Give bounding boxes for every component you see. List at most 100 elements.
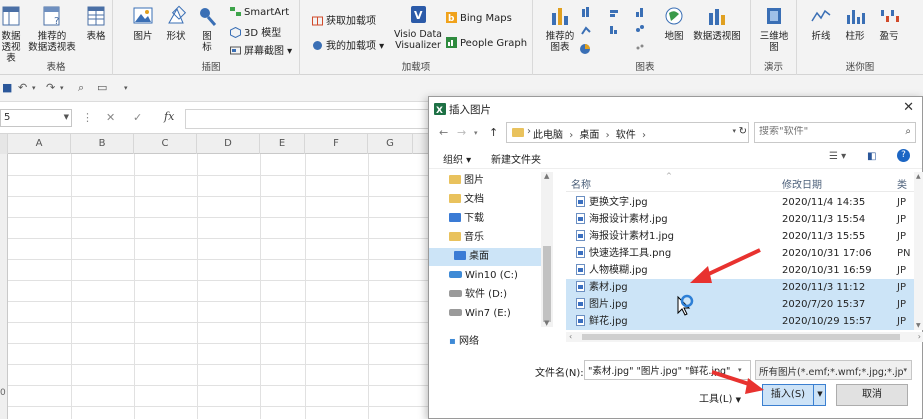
column-header[interactable]: G xyxy=(368,134,413,154)
nav-item-network[interactable]: ▪ 网络 xyxy=(449,332,479,347)
nav-item-pictures[interactable]: 图片 xyxy=(449,172,553,190)
preview-pane-icon[interactable]: ◧ xyxy=(867,151,876,162)
cancel-button[interactable]: 取消 xyxy=(836,384,908,406)
bing-maps-button[interactable]: b Bing Maps xyxy=(446,12,512,24)
file-list-horizontal-scrollbar[interactable]: ‹ › xyxy=(566,332,923,342)
column-header-corner[interactable] xyxy=(0,134,8,154)
shapes-button[interactable]: 形状 xyxy=(161,3,191,42)
close-button[interactable]: ✕ xyxy=(903,100,914,115)
row-headers[interactable] xyxy=(0,154,8,419)
scroll-right-icon[interactable]: › xyxy=(918,332,921,341)
name-box-dropdown-icon[interactable]: ▼ xyxy=(64,113,69,121)
scroll-thumb[interactable] xyxy=(543,246,551,322)
3d-map-button[interactable]: 三维地 图 xyxy=(755,3,793,53)
nav-item-drive-d[interactable]: 软件 (D:) xyxy=(449,286,553,304)
address-dropdown-icon[interactable]: ▾ xyxy=(732,127,736,135)
breadcrumb-item[interactable]: 软件 xyxy=(616,130,636,141)
name-box[interactable]: 5 ▼ xyxy=(0,109,72,127)
chart-type-gallery[interactable] xyxy=(580,6,658,56)
file-row[interactable]: 海报设计素材.jpg 2020/11/3 15:54 JP xyxy=(566,211,923,228)
save-icon[interactable]: ■ xyxy=(2,81,12,94)
nav-scrollbar[interactable]: ▲ ▼ xyxy=(541,172,553,327)
redo-icon[interactable]: ↷ xyxy=(46,81,55,94)
organize-button[interactable]: 组织 ▾ xyxy=(443,151,471,166)
print-icon[interactable]: ▭ xyxy=(97,81,107,94)
sparkline-winloss-button[interactable]: 盈亏 xyxy=(875,3,903,42)
screenshot-button[interactable]: 屏幕截图 ▾ xyxy=(230,42,292,57)
file-type-select[interactable]: 所有图片(*.emf;*.wmf;*.jpg;*.jp ▾ xyxy=(755,360,912,380)
pictures-button[interactable]: 图片 xyxy=(128,3,158,42)
scroll-down-icon[interactable]: ▼ xyxy=(916,322,921,329)
nav-item-downloads[interactable]: 下载 xyxy=(449,210,553,228)
3d-model-button[interactable]: 3D 模型 xyxy=(230,24,281,39)
nav-item-drive-c[interactable]: Win10 (C:) xyxy=(449,267,553,285)
file-row[interactable]: 快速选择工具.png 2020/10/31 17:06 PN xyxy=(566,245,923,262)
nav-item-drive-e[interactable]: Win7 (E:) xyxy=(449,305,553,323)
smartart-button[interactable]: SmartArt xyxy=(230,6,289,18)
file-row[interactable]: 海报设计素材1.jpg 2020/11/3 15:55 JP xyxy=(566,228,923,245)
file-name-input[interactable] xyxy=(584,360,751,380)
more-options-icon[interactable]: ⋮ xyxy=(82,111,93,124)
recommended-charts-button[interactable]: 推荐的 图表 xyxy=(543,3,577,53)
dialog-titlebar[interactable]: X 插入图片 ✕ xyxy=(429,97,922,120)
insert-dropdown-icon[interactable]: ▼ xyxy=(813,384,826,406)
file-list-vertical-scrollbar[interactable]: ▲ ▼ xyxy=(914,172,923,330)
file-row[interactable]: 更换文字.jpg 2020/11/4 14:35 JP xyxy=(566,194,923,211)
icons-button[interactable]: 图 标 xyxy=(196,3,218,53)
sparkline-line-button[interactable]: 折线 xyxy=(807,3,835,42)
scroll-left-icon[interactable]: ‹ xyxy=(569,332,572,341)
visio-visualizer-button[interactable]: V Visio Data Visualizer xyxy=(392,3,444,51)
redo-dropdown-icon[interactable]: ▾ xyxy=(60,84,64,92)
scroll-down-icon[interactable]: ▼ xyxy=(544,319,549,327)
refresh-icon[interactable]: ↻ xyxy=(739,126,747,137)
table-button[interactable]: 表格 xyxy=(80,3,112,42)
column-header[interactable]: C xyxy=(134,134,197,154)
nav-item-desktop[interactable]: 桌面 xyxy=(429,248,541,266)
file-row[interactable]: 图片.jpg 2020/7/20 15:37 JP xyxy=(566,296,923,313)
search-input[interactable] xyxy=(759,126,899,137)
people-graph-button[interactable]: People Graph xyxy=(446,37,527,49)
forward-icon[interactable]: → xyxy=(457,126,466,139)
scroll-up-icon[interactable]: ▲ xyxy=(916,173,921,180)
tools-button[interactable]: 工具(L) ▼ xyxy=(699,390,741,405)
column-name-header[interactable]: 名称 xyxy=(571,176,591,191)
new-folder-button[interactable]: 新建文件夹 xyxy=(491,151,541,166)
column-date-header[interactable]: 修改日期 xyxy=(782,176,822,191)
print-preview-icon[interactable]: ⌕ xyxy=(78,81,84,95)
cancel-icon[interactable]: ✕ xyxy=(106,111,115,124)
insert-function-icon[interactable]: fx xyxy=(164,110,174,123)
breadcrumb-item[interactable]: 桌面 xyxy=(579,130,599,141)
file-row[interactable]: 鲜花.jpg 2020/10/29 15:57 JP xyxy=(566,313,923,330)
view-options-icon[interactable]: ☰ ▾ xyxy=(829,151,846,162)
help-icon[interactable]: ? xyxy=(897,149,910,162)
scroll-thumb[interactable] xyxy=(582,334,900,340)
my-addins-button[interactable]: 我的加载项 ▾ xyxy=(312,37,384,52)
get-addins-button[interactable]: 获取加载项 xyxy=(312,12,376,27)
back-icon[interactable]: ← xyxy=(439,126,448,139)
chevron-right-icon[interactable]: › xyxy=(606,130,610,141)
column-header[interactable]: D xyxy=(197,134,260,154)
scroll-up-icon[interactable]: ▲ xyxy=(544,172,549,180)
customize-qat-icon[interactable]: ▾ xyxy=(124,84,128,92)
column-header[interactable]: B xyxy=(71,134,134,154)
nav-item-documents[interactable]: 文档 xyxy=(449,191,553,209)
up-icon[interactable]: ↑ xyxy=(489,126,498,139)
file-row[interactable]: 人物模糊.jpg 2020/10/31 16:59 JP xyxy=(566,262,923,279)
recommended-pivot-button[interactable]: ? 推荐的 数据透视表 xyxy=(28,3,76,53)
column-header[interactable]: F xyxy=(305,134,368,154)
address-bar[interactable]: › 此电脑 › 桌面 › 软件 › ▾ ↻ xyxy=(506,122,749,143)
enter-icon[interactable]: ✓ xyxy=(133,111,142,124)
chevron-right-icon[interactable]: › xyxy=(569,130,573,141)
chevron-right-icon[interactable]: › xyxy=(527,126,531,137)
breadcrumb-item[interactable]: 此电脑 xyxy=(533,130,563,141)
file-name-dropdown-icon[interactable]: ▾ xyxy=(738,366,742,374)
recent-dropdown-icon[interactable]: ▾ xyxy=(474,129,478,137)
pivot-table-button[interactable]: 数据 透视表 xyxy=(0,3,22,64)
column-header[interactable]: A xyxy=(8,134,71,154)
column-type-header[interactable]: 类 xyxy=(897,176,907,191)
sparkline-column-button[interactable]: 柱形 xyxy=(841,3,869,42)
undo-icon[interactable]: ↶ xyxy=(18,81,27,94)
chevron-right-icon[interactable]: › xyxy=(642,130,646,141)
maps-button[interactable]: 地图 xyxy=(660,3,688,42)
pivot-chart-button[interactable]: 数据透视图 xyxy=(690,3,744,42)
